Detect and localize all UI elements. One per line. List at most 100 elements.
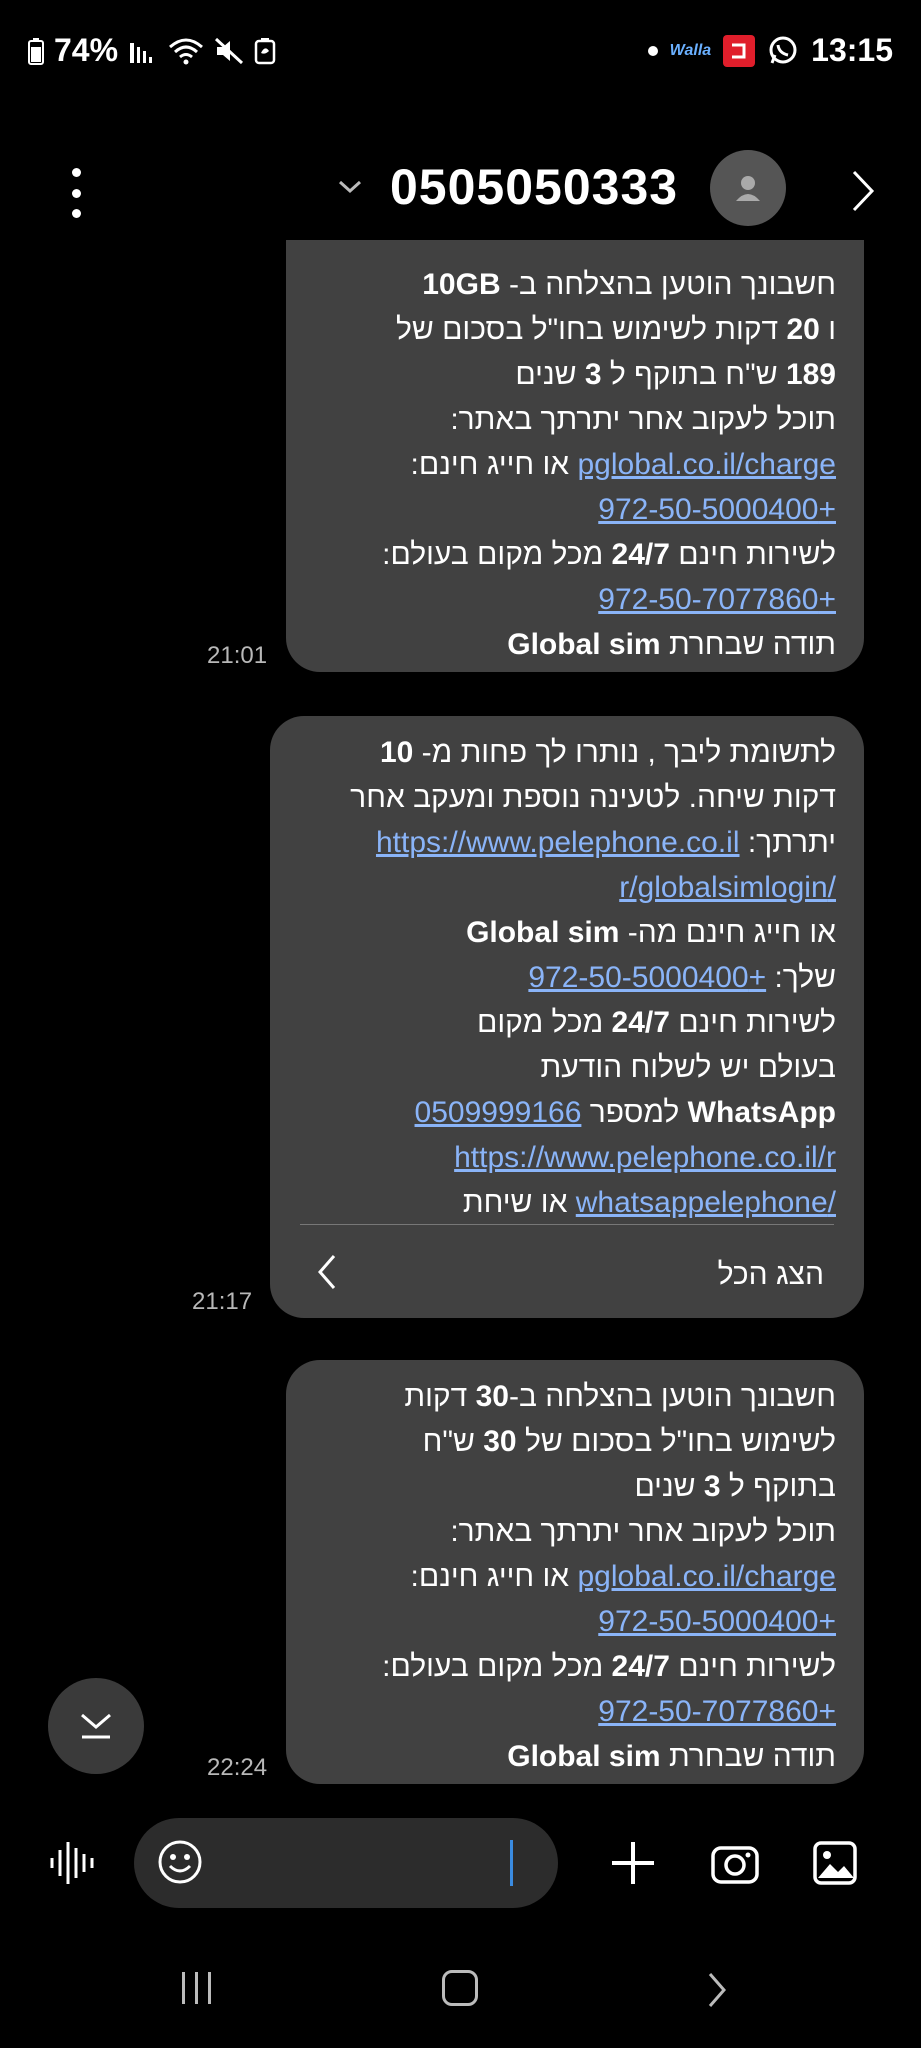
signal-icon	[128, 37, 158, 65]
message-link[interactable]: pglobal.co.il/charge	[577, 1560, 836, 1593]
message-link[interactable]: pglobal.co.il/charge	[577, 448, 836, 481]
message-text: או חייג חינם:	[410, 1560, 578, 1593]
message-bubble[interactable]: לתשומת ליבך , נותרו לך פחות מ- 10 דקות שי…	[270, 716, 864, 1318]
camera-icon[interactable]	[710, 1842, 760, 1891]
conversation-header: 0505050333	[0, 140, 921, 240]
message-link[interactable]: +972-50-5000400	[598, 1605, 836, 1638]
emoji-icon[interactable]	[156, 1838, 204, 1891]
message-link[interactable]: https://www.pelephone.co.il/r	[454, 1141, 836, 1174]
message-line: דקות שיחה. לטעינה נוספת ומעקב אחר	[298, 775, 836, 820]
battery-saver-icon	[254, 37, 276, 65]
message-text: בעולם יש לשלוח הודעת	[540, 1051, 837, 1084]
text-cursor	[510, 1840, 513, 1886]
message-line: תודה שבחרת Global sim	[314, 622, 836, 667]
message-bold-text: WhatsApp	[687, 1096, 836, 1129]
message-bold-text: 3	[703, 1470, 721, 1503]
message-line: /r/globalsimlogin	[298, 865, 836, 910]
message-line: שלך: +972-50-5000400	[298, 955, 836, 1000]
message-line: לשירות חינם 24/7 מכל מקום בעולם:	[314, 1644, 836, 1689]
message-bold-text: 10	[379, 736, 414, 769]
message-line: pglobal.co.il/charge או חייג חינם:	[314, 442, 836, 487]
message-text: לתשומת ליבך , נותרו לך פחות מ-	[413, 736, 836, 769]
message-text: ו	[819, 313, 836, 346]
message-text: ש"ח	[422, 1425, 484, 1458]
notification-dot-icon	[647, 45, 658, 56]
chevron-down-icon	[81, 1713, 111, 1739]
message-link[interactable]: +972-50-5000400	[598, 493, 836, 526]
message-line: https://www.pelephone.co.il/r	[298, 1135, 836, 1180]
message-bold-text: Global sim	[507, 628, 661, 661]
back-button[interactable]	[704, 1970, 730, 2015]
message-text: תוכל לעקוב אחר יתרתך באתר:	[450, 403, 836, 436]
message-text: חשבונך הוטען בהצלחה ב-	[508, 1380, 836, 1413]
message-bold-text: Global sim	[507, 1740, 661, 1773]
message-bubble[interactable]: חשבונך הוטען בהצלחה ב- 10GB ו 20 דקות לשי…	[286, 240, 864, 672]
chevron-left-icon[interactable]	[314, 1252, 338, 1305]
status-bar: 74% Walla 13:15	[0, 0, 921, 106]
message-text: ש"ח בתוקף ל	[601, 358, 786, 391]
message-line: ו 20 דקות לשימוש בחו"ל בסכום של	[314, 307, 836, 352]
message-link[interactable]: https://www.pelephone.co.il	[376, 826, 740, 859]
message-text: דקות לשימוש בחו"ל בסכום של	[395, 313, 787, 346]
mute-icon	[214, 37, 244, 65]
status-time: 13:15	[811, 32, 893, 68]
message-text: שנים	[515, 358, 585, 391]
message-line: לשירות חינם 24/7 מכל מקום	[298, 1000, 836, 1045]
message-line: תוכל לעקוב אחר יתרתך באתר:	[314, 1509, 836, 1554]
message-line: תודה שבחרת Global sim	[314, 1734, 836, 1779]
show-all-button[interactable]: הצג הכל	[718, 1252, 824, 1297]
walla-icon: Walla	[669, 41, 712, 59]
message-line: pglobal.co.il/charge או חייג חינם:	[314, 1554, 836, 1599]
home-button[interactable]	[442, 1970, 478, 2006]
message-line: או חייג חינם מה- Global sim	[298, 910, 836, 955]
message-text: או שיחת	[462, 1186, 576, 1219]
message-text: תודה שבחרת	[660, 628, 836, 661]
message-text: דקות שיחה. לטעינה נוספת ומעקב אחר	[350, 781, 836, 814]
message-link[interactable]: 0509999166	[415, 1096, 582, 1129]
chevron-down-icon[interactable]	[336, 176, 364, 201]
status-right: Walla 13:15	[647, 32, 893, 69]
message-bold-text: Global sim	[466, 916, 620, 949]
voice-wave-icon[interactable]	[48, 1840, 98, 1891]
message-text: לשירות חינם	[669, 538, 836, 571]
message-link[interactable]: +972-50-7077860	[598, 1695, 836, 1728]
message-line: 189 ש"ח בתוקף ל 3 שנים	[314, 352, 836, 397]
recent-apps-button[interactable]	[182, 1972, 211, 2004]
message-text: יתרתך:	[739, 826, 836, 859]
message-line: לשירות חינם 24/7 מכל מקום בעולם:	[314, 532, 836, 577]
message-bubble[interactable]: חשבונך הוטען בהצלחה ב-30 דקות לשימוש בחו"…	[286, 1360, 864, 1784]
wifi-icon	[168, 37, 204, 65]
message-link[interactable]: +972-50-5000400	[528, 961, 766, 994]
message-text: לשימוש בחו"ל בסכום של	[516, 1425, 836, 1458]
message-text: למספר	[581, 1096, 688, 1129]
message-text: בתוקף ל	[720, 1470, 836, 1503]
message-time: 22:24	[207, 1754, 268, 1781]
gallery-icon[interactable]	[812, 1840, 858, 1891]
scroll-to-bottom-button[interactable]	[48, 1678, 144, 1774]
battery-percent: 74%	[54, 32, 119, 68]
chevron-right-icon[interactable]	[848, 166, 878, 221]
message-line: +972-50-5000400	[314, 487, 836, 532]
message-line: /whatsappelephone או שיחת	[298, 1180, 836, 1225]
message-line: בתוקף ל 3 שנים	[314, 1464, 836, 1509]
avatar[interactable]	[710, 150, 786, 226]
message-bold-text: 24/7	[611, 1650, 670, 1683]
contact-number-title[interactable]: 0505050333	[390, 158, 678, 216]
message-text: מכל מקום	[477, 1006, 612, 1039]
message-link[interactable]: /whatsappelephone	[576, 1186, 836, 1219]
message-text: מכל מקום בעולם:	[382, 1650, 612, 1683]
message-bold-text: 24/7	[611, 538, 670, 571]
more-options-icon[interactable]	[66, 168, 86, 218]
message-text: או חייג חינם:	[410, 448, 578, 481]
message-line: חשבונך הוטען בהצלחה ב-30 דקות	[314, 1374, 836, 1419]
message-input[interactable]	[134, 1818, 558, 1908]
plus-icon[interactable]	[608, 1838, 658, 1893]
message-time: 21:01	[207, 642, 268, 669]
message-time: 21:17	[192, 1288, 253, 1315]
message-link[interactable]: /r/globalsimlogin	[619, 871, 836, 904]
message-text: שלך:	[766, 961, 836, 994]
message-line: לשימוש בחו"ל בסכום של 30 ש"ח	[314, 1419, 836, 1464]
message-line: לתשומת ליבך , נותרו לך פחות מ- 10	[298, 730, 836, 775]
message-text: שנים	[634, 1470, 704, 1503]
message-link[interactable]: +972-50-7077860	[598, 583, 836, 616]
